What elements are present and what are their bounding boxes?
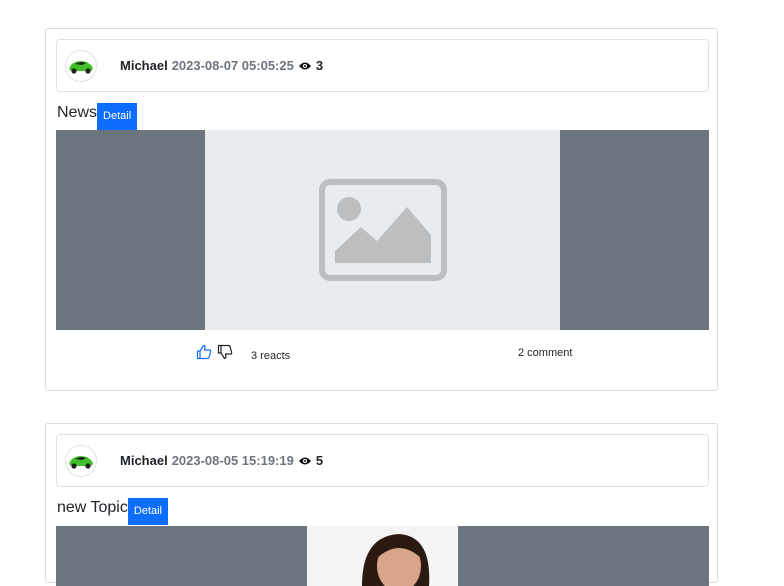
thumbs-down-icon[interactable] [217, 344, 233, 365]
post-media[interactable] [56, 130, 709, 330]
eye-icon [298, 61, 312, 71]
author-bar: Michael 2023-08-07 05:05:25 3 [56, 39, 709, 92]
detail-button[interactable]: Detail [97, 103, 138, 130]
eye-icon [298, 456, 312, 466]
car-avatar-icon [69, 60, 93, 74]
post-date: 2023-08-07 05:05:25 [171, 58, 294, 73]
view-count: 3 [315, 58, 324, 73]
post-title-row: new Topic Detail [57, 498, 168, 525]
comment-count[interactable]: 2 comment [518, 347, 572, 359]
react-count: 3 reacts [251, 350, 291, 362]
author-name[interactable]: Michael [120, 453, 168, 468]
thumbs-up-icon[interactable] [196, 344, 212, 365]
car-avatar-icon [69, 455, 93, 469]
post-date: 2023-08-05 15:19:19 [171, 453, 294, 468]
post-title: new Topic [57, 499, 128, 516]
post-card: Michael 2023-08-07 05:05:25 3 News Detai… [45, 28, 718, 391]
post-card: Michael 2023-08-05 15:19:19 5 new Topic … [45, 423, 718, 586]
view-count: 5 [315, 453, 324, 468]
media-placeholder [205, 130, 560, 330]
avatar[interactable] [65, 444, 97, 477]
avatar[interactable] [65, 49, 97, 82]
person-photo-icon [307, 526, 458, 586]
image-placeholder-icon [318, 179, 447, 281]
author-name[interactable]: Michael [120, 58, 168, 73]
author-bar: Michael 2023-08-05 15:19:19 5 [56, 434, 709, 487]
post-title-row: News Detail [57, 103, 138, 130]
detail-button[interactable]: Detail [127, 498, 168, 525]
reactions-bar: 3 reacts 2 comment [56, 339, 709, 369]
post-media[interactable] [56, 526, 709, 586]
post-title: News [57, 104, 98, 121]
post-photo [307, 526, 458, 586]
